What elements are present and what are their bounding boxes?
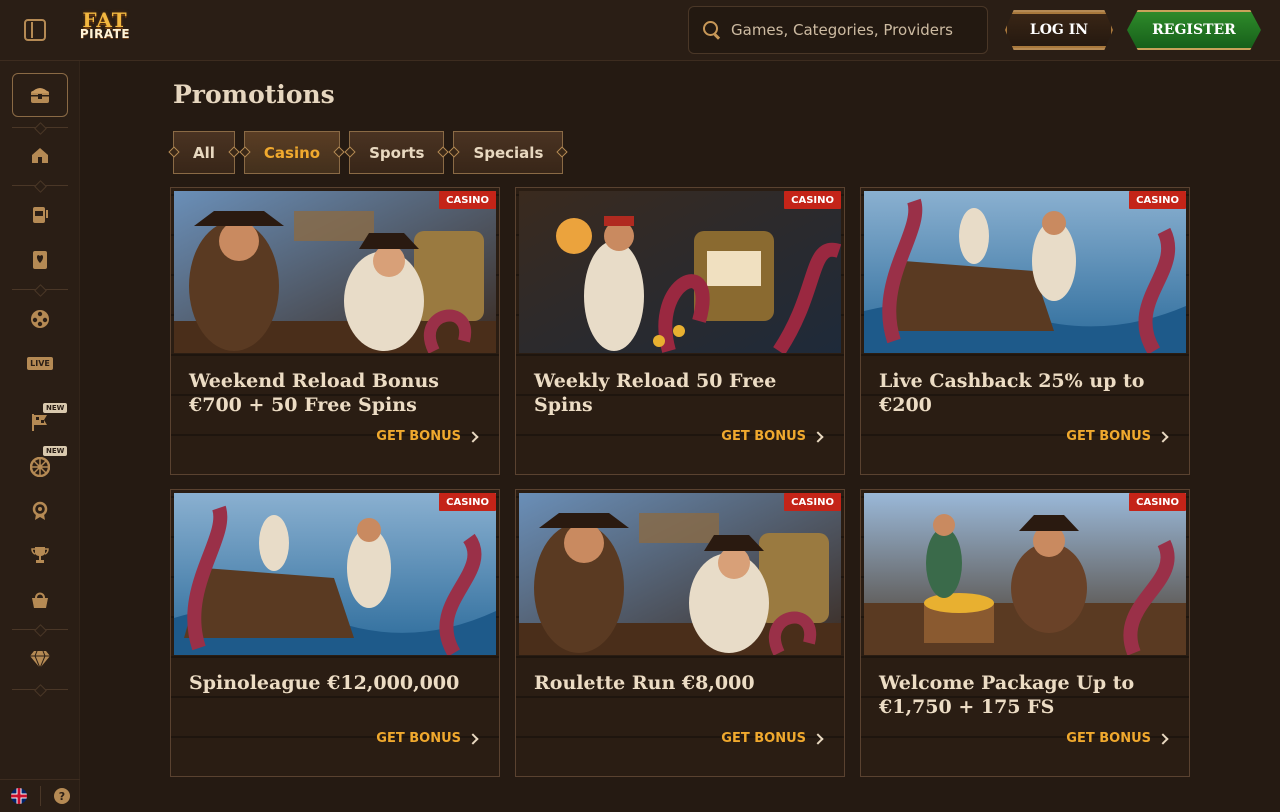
promo-image-slot xyxy=(519,191,841,353)
get-bonus-label: GET BONUS xyxy=(721,731,806,746)
promo-image-tavern xyxy=(519,493,841,655)
top-header: FAT PIRATE LOG IN REGISTER xyxy=(0,0,1280,61)
get-bonus-label: GET BONUS xyxy=(1066,731,1151,746)
get-bonus-link[interactable]: GET BONUS xyxy=(1066,429,1169,444)
sidebar-divider xyxy=(12,289,68,290)
promo-card[interactable]: CASINO Weekend Reload Bonus €700 + 50 Fr… xyxy=(170,187,500,475)
promo-image-kraken xyxy=(864,191,1186,353)
page-title: Promotions xyxy=(173,80,335,109)
promo-card[interactable]: CASINO Spinoleague €12,000,000 GET BONUS xyxy=(170,489,500,777)
new-badge: NEW xyxy=(43,446,68,456)
wheel-icon xyxy=(30,457,50,477)
treasure-chest-icon xyxy=(31,88,49,103)
promo-image-treasure xyxy=(864,493,1186,655)
get-bonus-label: GET BONUS xyxy=(1066,429,1151,444)
category-badge: CASINO xyxy=(1129,191,1186,209)
sidebar-toggle-icon[interactable] xyxy=(24,19,46,41)
sidebar-item-racing[interactable] xyxy=(26,410,54,434)
race-flag-icon xyxy=(32,414,47,431)
sidebar-divider xyxy=(12,629,68,630)
get-bonus-link[interactable]: GET BONUS xyxy=(721,731,824,746)
chevron-right-icon xyxy=(1157,732,1169,745)
sidebar-item-home[interactable] xyxy=(26,143,54,167)
get-bonus-label: GET BONUS xyxy=(376,731,461,746)
get-bonus-link[interactable]: GET BONUS xyxy=(1066,731,1169,746)
shop-basket-icon xyxy=(32,592,48,608)
category-badge: CASINO xyxy=(784,493,841,511)
category-badge: CASINO xyxy=(439,493,496,511)
get-bonus-link[interactable]: GET BONUS xyxy=(376,731,479,746)
promo-title: Weekly Reload 50 Free Spins xyxy=(534,370,777,416)
promotion-filters: All Casino Sports Specials xyxy=(173,131,564,174)
filter-specials[interactable]: Specials xyxy=(453,131,564,174)
help-icon[interactable]: ? xyxy=(54,788,70,804)
register-button[interactable]: REGISTER xyxy=(1127,10,1261,50)
sidebar-item-table-games[interactable] xyxy=(26,248,54,272)
film-reel-icon xyxy=(31,310,49,328)
sidebar-item-sports[interactable] xyxy=(26,307,54,331)
promo-title: Spinoleague €12,000,000 xyxy=(189,672,460,694)
category-badge: CASINO xyxy=(784,191,841,209)
sidebar-item-wheel[interactable] xyxy=(26,455,54,479)
search-input[interactable] xyxy=(731,21,981,39)
chevron-right-icon xyxy=(467,430,479,443)
logo-text-bottom: PIRATE xyxy=(79,27,131,41)
category-badge: CASINO xyxy=(1129,493,1186,511)
get-bonus-label: GET BONUS xyxy=(376,429,461,444)
card-icon xyxy=(33,251,47,269)
promo-card[interactable]: CASINO Welcome Package Up to €1,750 + 17… xyxy=(860,489,1190,777)
sidebar-item-shop[interactable] xyxy=(26,588,54,612)
diamond-icon xyxy=(30,650,50,669)
category-badge: CASINO xyxy=(439,191,496,209)
promotions-grid: CASINO Weekend Reload Bonus €700 + 50 Fr… xyxy=(170,187,1190,777)
home-icon xyxy=(32,148,48,163)
sidebar-item-vip[interactable] xyxy=(26,647,54,671)
sidebar-item-slots[interactable] xyxy=(26,203,54,227)
chevron-right-icon xyxy=(812,732,824,745)
sidebar-divider xyxy=(12,127,68,128)
promo-card[interactable]: CASINO Live Cashback 25% up to €200 GET … xyxy=(860,187,1190,475)
promo-card[interactable]: CASINO Roulette Run €8,000 GET BONUS xyxy=(515,489,845,777)
get-bonus-label: GET BONUS xyxy=(721,429,806,444)
chevron-right-icon xyxy=(1157,430,1169,443)
sidebar-item-promotions[interactable] xyxy=(12,73,68,117)
search-box[interactable] xyxy=(688,6,988,54)
promo-image-tavern xyxy=(174,191,496,353)
get-bonus-link[interactable]: GET BONUS xyxy=(376,429,479,444)
filter-casino[interactable]: Casino xyxy=(243,131,341,174)
promo-title: Roulette Run €8,000 xyxy=(534,672,755,694)
medal-icon xyxy=(32,501,48,520)
login-button[interactable]: LOG IN xyxy=(1005,10,1113,50)
sidebar-item-live[interactable]: LIVE xyxy=(26,351,54,375)
sidebar-item-achievements[interactable] xyxy=(26,499,54,523)
promo-title: Welcome Package Up to €1,750 + 175 FS xyxy=(879,672,1135,718)
filter-sports[interactable]: Sports xyxy=(349,131,445,174)
chevron-right-icon xyxy=(467,732,479,745)
live-icon: LIVE xyxy=(27,356,53,370)
sidebar-footer: ? xyxy=(0,779,80,812)
chevron-right-icon xyxy=(812,430,824,443)
slot-machine-icon xyxy=(33,207,48,223)
sidebar: LIVE NEW NEW ? xyxy=(0,61,80,812)
sidebar-divider xyxy=(12,185,68,186)
trophy-icon xyxy=(31,547,49,563)
logo[interactable]: FAT PIRATE xyxy=(64,10,146,48)
sidebar-divider xyxy=(12,689,68,690)
promo-image-kraken xyxy=(174,493,496,655)
get-bonus-link[interactable]: GET BONUS xyxy=(721,429,824,444)
sidebar-item-tournaments[interactable] xyxy=(26,543,54,567)
promo-title: Weekend Reload Bonus €700 + 50 Free Spin… xyxy=(189,370,439,416)
footer-separator xyxy=(40,786,41,806)
filter-all[interactable]: All xyxy=(173,131,235,174)
uk-flag-icon[interactable] xyxy=(11,788,27,804)
promo-title: Live Cashback 25% up to €200 xyxy=(879,370,1145,416)
search-icon xyxy=(703,21,721,39)
promo-card[interactable]: CASINO Weekly Reload 50 Free Spins GET B… xyxy=(515,187,845,475)
new-badge: NEW xyxy=(43,403,68,413)
